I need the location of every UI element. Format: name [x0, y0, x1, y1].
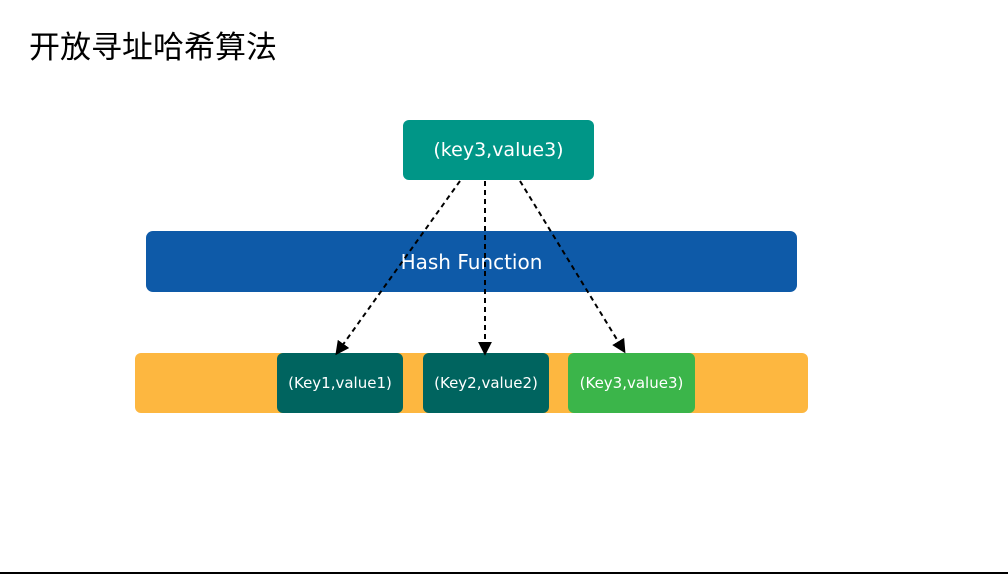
table-slot-1-label: (Key1,value1) [288, 374, 392, 392]
slide-title: 开放寻址哈希算法 [29, 30, 277, 66]
hash-function-box: Hash Function [146, 231, 797, 292]
hash-function-label: Hash Function [400, 249, 543, 274]
table-slot-1: (Key1,value1) [277, 353, 403, 413]
input-key-value-box: (key3,value3) [403, 120, 594, 180]
input-key-value-label: (key3,value3) [433, 139, 564, 161]
table-slot-3: (Key3,value3) [568, 353, 695, 413]
table-slot-2: (Key2,value2) [423, 353, 549, 413]
table-slot-2-label: (Key2,value2) [434, 374, 538, 392]
table-slot-3-label: (Key3,value3) [579, 374, 684, 392]
